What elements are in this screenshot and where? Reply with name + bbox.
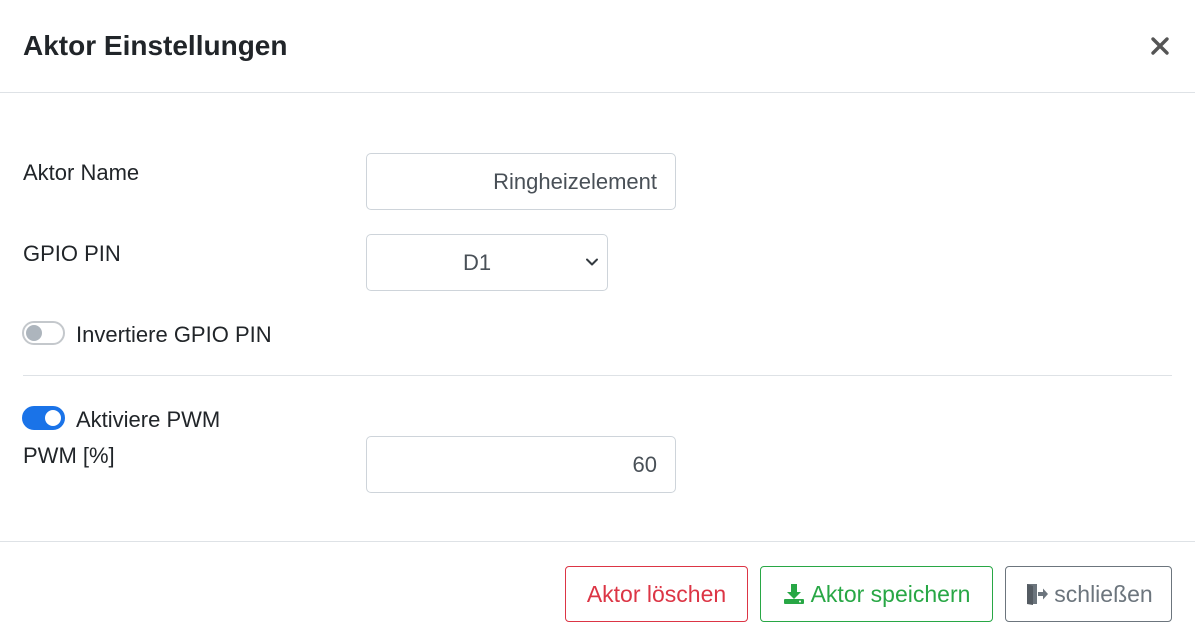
gpio-pin-label: GPIO PIN xyxy=(23,241,121,266)
modal-header: Aktor Einstellungen xyxy=(0,0,1195,93)
modal-title: Aktor Einstellungen xyxy=(23,30,288,61)
delete-actor-label: Aktor löschen xyxy=(586,580,727,607)
exit-door-icon xyxy=(1024,582,1049,606)
save-actor-label: Aktor speichern xyxy=(810,580,971,607)
save-actor-button[interactable]: Aktor speichern xyxy=(760,566,993,622)
gpio-pin-selected-value: D1 xyxy=(462,250,492,275)
actor-name-input[interactable] xyxy=(366,153,676,210)
section-divider xyxy=(23,375,1172,376)
delete-actor-button[interactable]: Aktor löschen xyxy=(565,566,748,622)
pwm-enable-label: Aktiviere PWM xyxy=(76,407,221,432)
invert-gpio-toggle[interactable] xyxy=(22,321,65,345)
actor-settings-modal: Aktor Einstellungen Aktor Name GPIO PIN … xyxy=(0,0,1195,642)
pwm-enable-toggle[interactable] xyxy=(22,406,65,430)
chevron-down-icon xyxy=(586,258,598,266)
pwm-percent-label: PWM [%] xyxy=(23,443,115,468)
pwm-percent-input[interactable] xyxy=(366,436,676,493)
download-icon xyxy=(783,583,805,605)
close-button[interactable] xyxy=(1146,32,1174,60)
close-icon xyxy=(1151,37,1169,55)
actor-name-label: Aktor Name xyxy=(23,160,140,185)
toggle-knob xyxy=(45,410,61,426)
invert-gpio-label: Invertiere GPIO PIN xyxy=(76,322,272,347)
close-dialog-button[interactable]: schließen xyxy=(1005,566,1172,622)
toggle-knob xyxy=(26,325,42,341)
gpio-pin-select[interactable]: D1 xyxy=(366,234,608,291)
close-dialog-label: schließen xyxy=(1054,580,1153,607)
